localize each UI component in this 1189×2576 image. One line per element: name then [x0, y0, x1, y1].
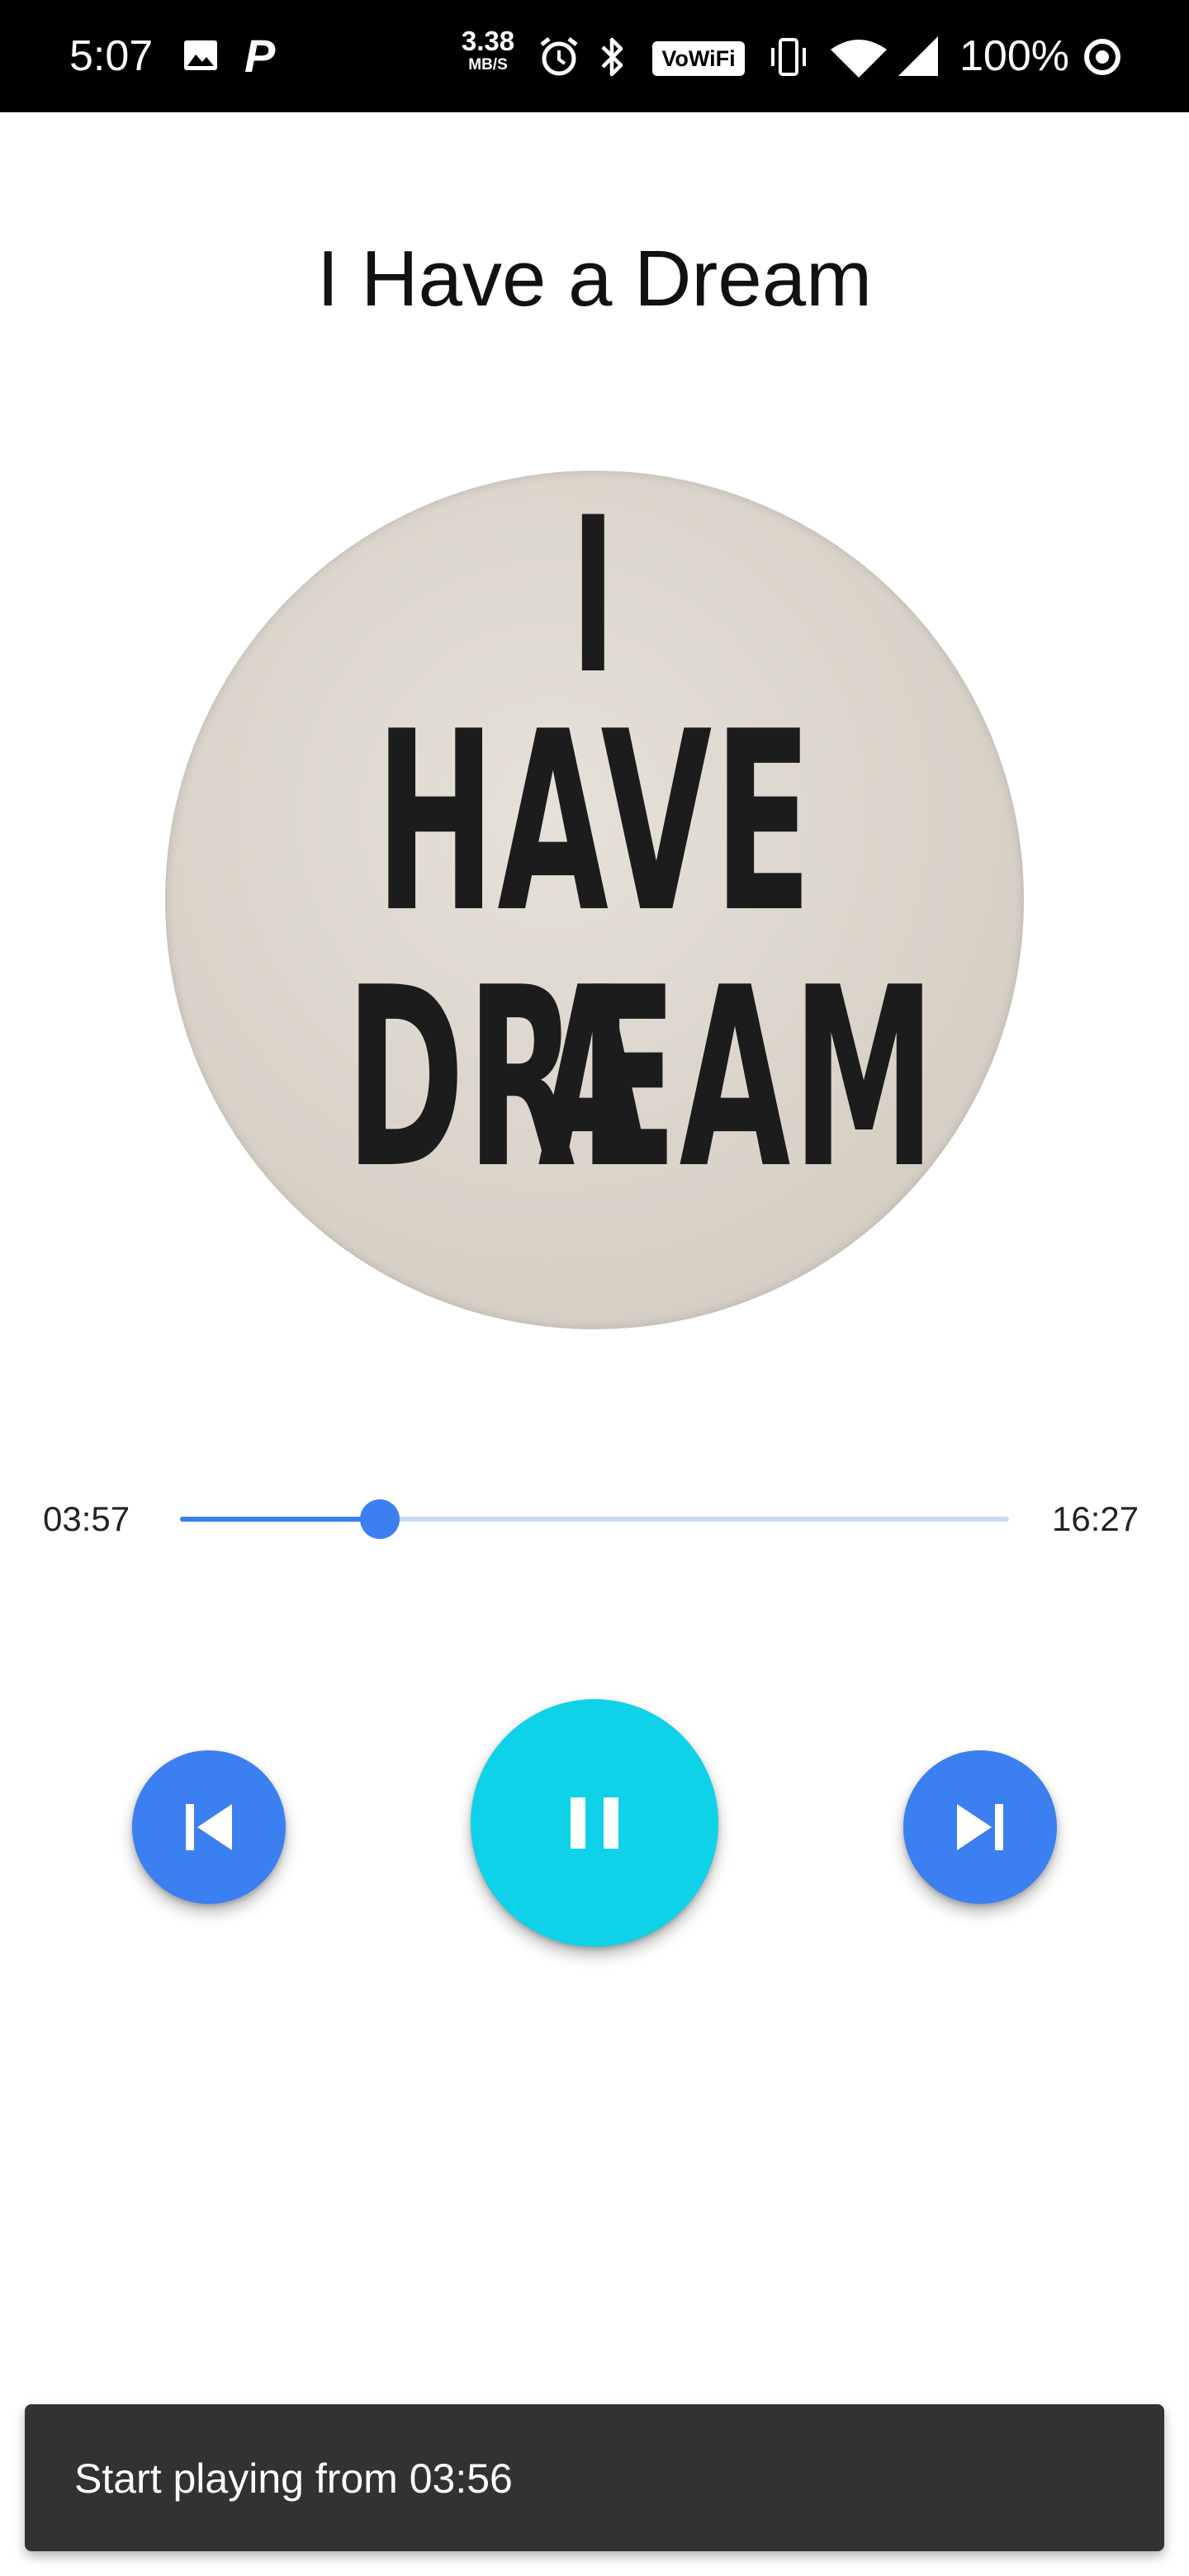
previous-button[interactable]	[132, 1750, 286, 1904]
net-speed: 3.38 MB/S	[459, 26, 517, 74]
vibrate-icon	[771, 38, 806, 76]
wifi-icon	[831, 40, 887, 78]
skip-next-icon	[957, 1804, 1003, 1850]
snackbar: Start playing from 03:56	[25, 2404, 1164, 2551]
pause-icon	[571, 1797, 618, 1849]
net-speed-unit: MB/S	[468, 56, 508, 73]
signal-icon	[898, 36, 938, 76]
music-player-screen: 5:07 P 3.38 MB/S VoWiFi 100% I Have a Dr…	[0, 0, 1189, 2576]
skip-previous-icon	[186, 1804, 232, 1850]
status-bar: 5:07 P 3.38 MB/S VoWiFi 100%	[0, 0, 1189, 112]
current-time: 03:57	[43, 1499, 130, 1538]
battery-percent: 100%	[959, 32, 1069, 80]
seek-bar-thumb[interactable]	[359, 1499, 400, 1539]
ring-icon	[1084, 39, 1120, 75]
album-art-text-line: I	[571, 472, 618, 722]
album-art: I HAVE A DREAM	[165, 471, 1024, 1329]
alarm-icon	[540, 37, 578, 76]
seek-bar[interactable]	[180, 1499, 1009, 1539]
seek-bar-progress	[180, 1517, 380, 1522]
track-title: I Have a Dream	[316, 234, 873, 323]
play-pause-button[interactable]	[471, 1699, 718, 1947]
photo-icon	[184, 40, 217, 70]
status-time: 5:07	[69, 32, 154, 80]
next-button[interactable]	[903, 1750, 1057, 1904]
vowifi-icon: VoWiFi	[652, 41, 745, 76]
bluetooth-icon	[601, 37, 623, 77]
snackbar-message: Start playing from 03:56	[74, 2455, 513, 2502]
total-time: 16:27	[1052, 1499, 1139, 1538]
p-app-icon: P	[244, 30, 276, 82]
net-speed-value: 3.38	[461, 26, 515, 56]
album-art-text-line: DREAM	[345, 935, 938, 1223]
